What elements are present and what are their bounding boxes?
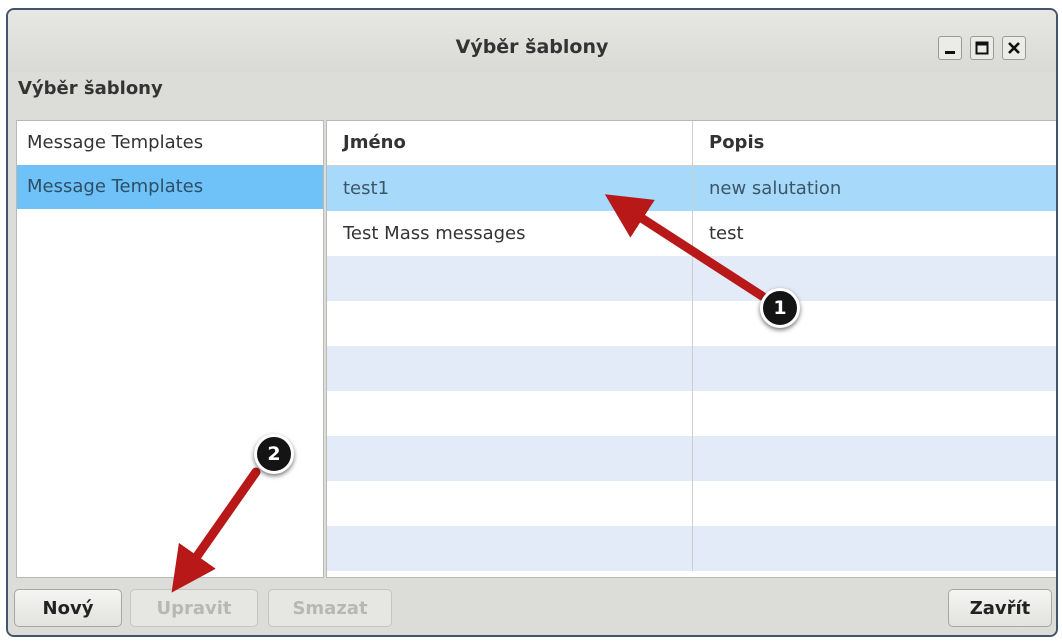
- maximize-button[interactable]: [970, 36, 994, 60]
- templates-table: Jméno Popis test1 new salutation Test Ma…: [326, 120, 1056, 578]
- empty-row: [327, 481, 1056, 526]
- close-button[interactable]: [1002, 36, 1026, 60]
- column-header-description[interactable]: Popis: [693, 121, 1056, 165]
- cell-name: test1: [327, 166, 693, 211]
- close-dialog-button[interactable]: Zavřít: [948, 589, 1052, 627]
- table-row[interactable]: test1 new salutation: [327, 166, 1056, 211]
- category-item[interactable]: Message Templates: [17, 121, 323, 165]
- delete-button[interactable]: Smazat: [268, 589, 392, 627]
- table-header: Jméno Popis: [327, 121, 1056, 166]
- empty-row: [327, 256, 1056, 301]
- button-bar: Nový Upravit Smazat Zavřít: [8, 579, 1056, 635]
- empty-row: [327, 436, 1056, 481]
- new-button[interactable]: Nový: [14, 589, 122, 627]
- empty-row: [327, 526, 1056, 571]
- annotation-marker-2: 2: [254, 434, 294, 474]
- template-category-list: Message Templates Message Templates: [16, 120, 324, 578]
- empty-row: [327, 391, 1056, 436]
- cell-description: new salutation: [709, 178, 842, 199]
- maximize-icon: [975, 41, 989, 55]
- empty-row: [327, 301, 1056, 346]
- column-header-name[interactable]: Jméno: [327, 121, 693, 165]
- table-row[interactable]: Test Mass messages test: [327, 211, 1056, 256]
- window-title: Výběr šablony: [455, 36, 609, 58]
- dialog-heading: Výběr šablony: [18, 78, 163, 99]
- minimize-icon: [945, 51, 955, 54]
- minimize-button[interactable]: [938, 36, 962, 60]
- title-bar[interactable]: Výběr šablony: [8, 10, 1056, 72]
- dialog-window: Výběr šablony Výběr šablony Message Temp…: [6, 8, 1058, 637]
- close-icon: [1008, 42, 1020, 54]
- cell-name: Test Mass messages: [327, 211, 693, 256]
- category-item-selected[interactable]: Message Templates: [17, 165, 323, 209]
- annotation-marker-1: 1: [760, 288, 800, 328]
- edit-button[interactable]: Upravit: [130, 589, 258, 627]
- empty-row: [327, 346, 1056, 391]
- cell-description: test: [709, 223, 744, 244]
